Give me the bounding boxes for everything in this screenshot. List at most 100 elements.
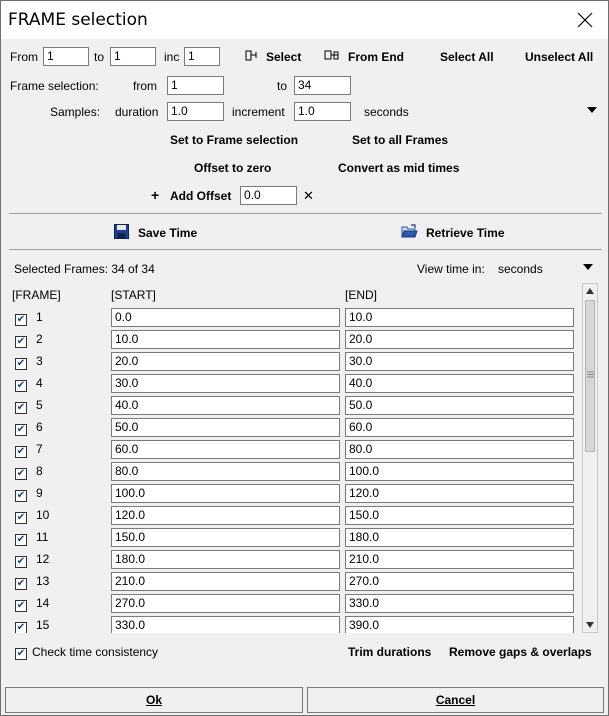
scroll-up-icon[interactable] (586, 288, 594, 294)
start-time-input[interactable]: 120.0 (111, 506, 340, 525)
frame-checkbox[interactable]: ✔ (15, 575, 27, 590)
table-row: ✔ 11 150.0 180.0 (9, 527, 581, 549)
frame-number: 5 (36, 398, 43, 412)
end-time-input[interactable]: 390.0 (345, 616, 574, 633)
retrieve-time-label: Retrieve Time (426, 226, 505, 240)
end-time-input[interactable]: 20.0 (345, 330, 574, 349)
frame-selection-from-label: from (133, 79, 157, 93)
cancel-button[interactable]: Cancel (307, 687, 604, 713)
remove-gaps-button[interactable]: Remove gaps & overlaps (449, 645, 592, 659)
checkbox-checked-icon: ✔ (15, 578, 27, 590)
frame-selection-to-input[interactable]: 34 (294, 76, 351, 95)
checkbox-checked-icon: ✔ (15, 556, 27, 568)
start-time-input[interactable]: 270.0 (111, 594, 340, 613)
end-time-input[interactable]: 50.0 (345, 396, 574, 415)
frame-checkbox[interactable]: ✔ (15, 333, 27, 348)
frame-checkbox[interactable]: ✔ (15, 619, 27, 633)
frame-checkbox[interactable]: ✔ (15, 553, 27, 568)
increment-input[interactable]: 1.0 (294, 102, 351, 121)
select-all-button[interactable]: Select All (440, 50, 494, 64)
end-time-input[interactable]: 80.0 (345, 440, 574, 459)
start-time-input[interactable]: 10.0 (111, 330, 340, 349)
check-consistency-checkbox[interactable]: ✔ (15, 645, 27, 660)
unselect-all-button[interactable]: Unselect All (525, 50, 593, 64)
table-row: ✔ 12 180.0 210.0 (9, 549, 581, 571)
start-time-input[interactable]: 20.0 (111, 352, 340, 371)
checkbox-checked-icon: ✔ (15, 534, 27, 546)
table-row: ✔ 8 80.0 100.0 (9, 461, 581, 483)
end-time-input[interactable]: 100.0 (345, 462, 574, 481)
ok-button[interactable]: Ok (5, 687, 303, 713)
start-time-input[interactable]: 210.0 (111, 572, 340, 591)
start-time-input[interactable]: 40.0 (111, 396, 340, 415)
frame-checkbox[interactable]: ✔ (15, 443, 27, 458)
frame-checkbox[interactable]: ✔ (15, 355, 27, 370)
scrollbar-thumb[interactable] (585, 300, 595, 452)
frame-checkbox[interactable]: ✔ (15, 311, 27, 326)
start-time-input[interactable]: 50.0 (111, 418, 340, 437)
scroll-down-icon[interactable] (586, 622, 594, 628)
start-time-input[interactable]: 180.0 (111, 550, 340, 569)
end-time-input[interactable]: 10.0 (345, 308, 574, 327)
duration-input[interactable]: 1.0 (167, 102, 224, 121)
end-time-input[interactable]: 30.0 (345, 352, 574, 371)
add-offset-input[interactable]: 0.0 (240, 186, 297, 205)
frame-checkbox[interactable]: ✔ (15, 421, 27, 436)
offset-to-zero-button[interactable]: Offset to zero (194, 161, 271, 175)
check-consistency-label: Check time consistency (32, 645, 159, 659)
start-time-input[interactable]: 30.0 (111, 374, 340, 393)
end-time-input[interactable]: 330.0 (345, 594, 574, 613)
start-time-input[interactable]: 150.0 (111, 528, 340, 547)
end-time-input[interactable]: 120.0 (345, 484, 574, 503)
inc-input[interactable]: 1 (184, 47, 220, 66)
from-end-button-label: From End (348, 50, 404, 64)
end-time-input[interactable]: 60.0 (345, 418, 574, 437)
table-row: ✔ 4 30.0 40.0 (9, 373, 581, 395)
frame-checkbox[interactable]: ✔ (15, 377, 27, 392)
end-time-input[interactable]: 210.0 (345, 550, 574, 569)
column-header-frame: [FRAME] (12, 288, 61, 302)
end-time-input[interactable]: 180.0 (345, 528, 574, 547)
from-input[interactable]: 1 (43, 47, 89, 66)
frame-checkbox[interactable]: ✔ (15, 509, 27, 524)
frame-number: 13 (36, 574, 50, 588)
cancel-button-label: Cancel (435, 693, 476, 707)
convert-as-mid-times-button[interactable]: Convert as mid times (338, 161, 459, 175)
start-time-input[interactable]: 60.0 (111, 440, 340, 459)
frame-number: 11 (36, 530, 49, 544)
table-row: ✔ 6 50.0 60.0 (9, 417, 581, 439)
checkbox-checked-icon: ✔ (15, 648, 27, 660)
checkbox-checked-icon: ✔ (15, 600, 27, 612)
frame-selection-dialog: FRAME selection From 1 to 1 inc 1 Select… (0, 0, 609, 716)
to-input[interactable]: 1 (110, 47, 156, 66)
set-to-all-frames-button[interactable]: Set to all Frames (352, 133, 448, 147)
frame-selection-label: Frame selection: (10, 79, 99, 93)
start-time-input[interactable]: 330.0 (111, 616, 340, 633)
start-time-input[interactable]: 100.0 (111, 484, 340, 503)
frame-checkbox[interactable]: ✔ (15, 487, 27, 502)
samples-unit-dropdown[interactable]: seconds (357, 102, 601, 121)
frame-number: 2 (36, 332, 43, 346)
frame-checkbox[interactable]: ✔ (15, 597, 27, 612)
selected-frames-count: Selected Frames: 34 of 34 (14, 262, 155, 276)
set-to-frame-selection-button[interactable]: Set to Frame selection (170, 133, 298, 147)
frame-selection-from-input[interactable]: 1 (167, 76, 224, 95)
end-time-input[interactable]: 150.0 (345, 506, 574, 525)
table-scrollbar[interactable] (582, 283, 598, 633)
start-time-input[interactable]: 0.0 (111, 308, 340, 327)
frame-number: 15 (36, 618, 50, 632)
clear-offset-icon[interactable]: ✕ (303, 188, 314, 204)
frame-checkbox[interactable]: ✔ (15, 465, 27, 480)
start-time-input[interactable]: 80.0 (111, 462, 340, 481)
samples-label: Samples: (50, 105, 101, 119)
end-time-input[interactable]: 270.0 (345, 572, 574, 591)
trim-durations-button[interactable]: Trim durations (348, 645, 431, 659)
frame-number: 3 (36, 354, 43, 368)
view-time-dropdown[interactable]: seconds (491, 259, 601, 278)
end-time-input[interactable]: 40.0 (345, 374, 574, 393)
frame-checkbox[interactable]: ✔ (15, 399, 27, 414)
to-label: to (94, 50, 105, 64)
close-button[interactable] (562, 1, 608, 39)
frame-checkbox[interactable]: ✔ (15, 531, 27, 546)
frame-selection-to-label: to (277, 79, 288, 93)
